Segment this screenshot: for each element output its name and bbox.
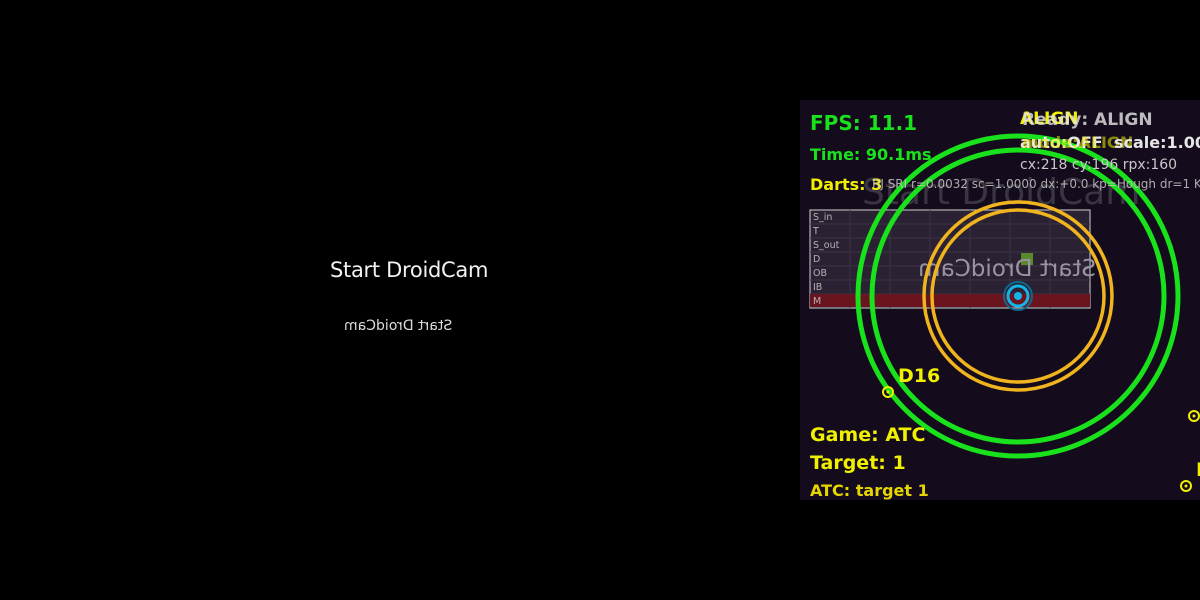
calibration-readout: cx:218 cy:196 rpx:160 bbox=[1020, 157, 1177, 173]
dartboard-overlay-panel: Start DroidCam S_in T S_out D OB IB M St… bbox=[800, 100, 1200, 500]
zone-label-d: D bbox=[813, 254, 820, 265]
zone-label-s-in: S_in bbox=[813, 212, 832, 223]
zone-strip-m bbox=[810, 294, 1090, 307]
dart-hit-label: D16 bbox=[898, 365, 940, 387]
preview-mirrored-title: Start DroidCam bbox=[344, 318, 453, 334]
fps-readout: FPS: 11.1 bbox=[810, 111, 917, 135]
zone-label-m: M bbox=[813, 296, 821, 307]
atc-status-readout: ATC: target 1 bbox=[810, 481, 929, 500]
time-readout: Time: 90.1ms bbox=[810, 145, 932, 164]
edge-label: D bbox=[1196, 459, 1200, 481]
scale-readout: scale:1.00 bbox=[1114, 133, 1200, 152]
zone-label-ib: IB bbox=[813, 282, 822, 293]
zone-label-s-out: S_out bbox=[813, 240, 840, 251]
bullseye-dot bbox=[1014, 292, 1022, 300]
target-readout: Target: 1 bbox=[810, 452, 906, 474]
screen: Start DroidCam Start DroidCam Start Droi… bbox=[0, 0, 1200, 600]
camera-mirrored-text: Start DroidCam bbox=[918, 256, 1096, 282]
debug-params-readout: RJ SRI r=0.0032 sc=1.0000 dx:+0.0 kp=Hou… bbox=[872, 177, 1200, 191]
ready-status: Ready: ALIGN bbox=[1022, 110, 1153, 130]
overlay-canvas: Start DroidCam S_in T S_out D OB IB M St… bbox=[809, 109, 1200, 500]
game-readout: Game: ATC bbox=[810, 424, 925, 446]
zone-label-ob: OB bbox=[813, 268, 827, 279]
preview-title: Start DroidCam bbox=[330, 258, 489, 282]
zone-label-t: T bbox=[812, 226, 819, 237]
